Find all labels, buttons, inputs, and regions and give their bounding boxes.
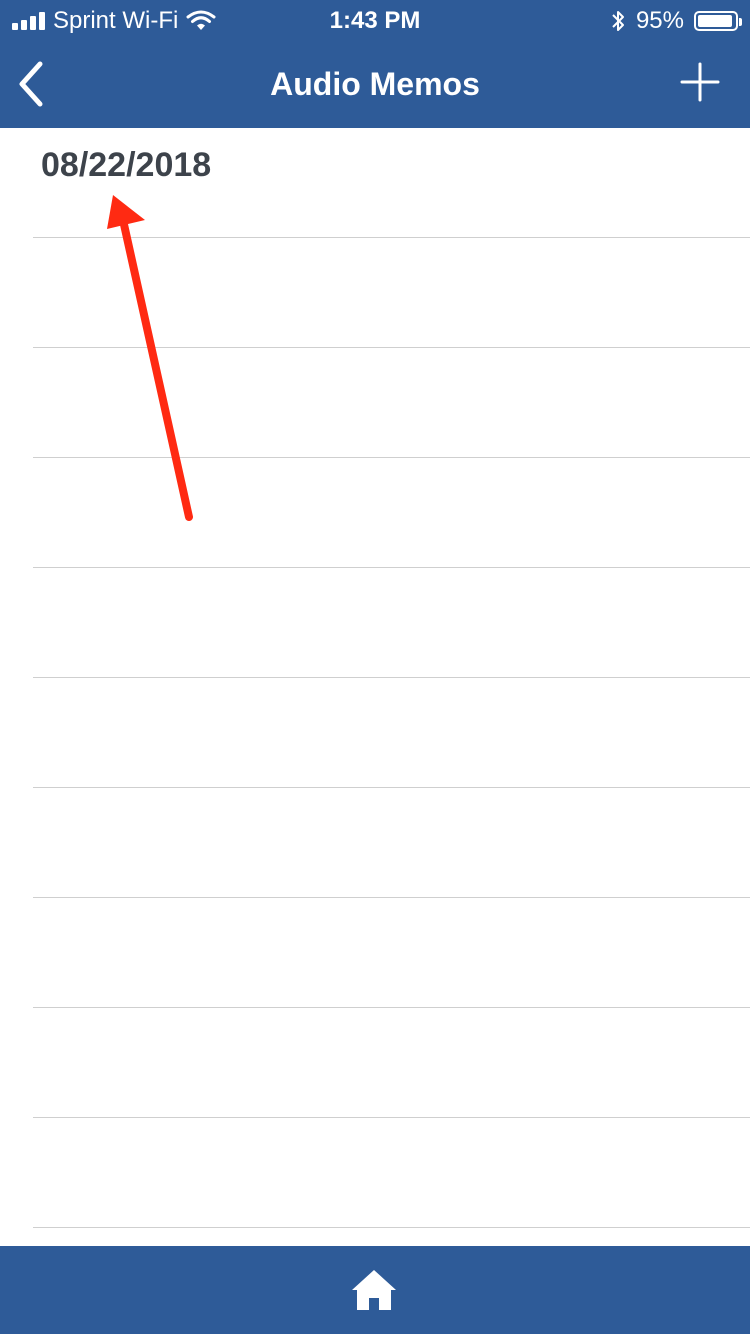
memo-row[interactable] [33, 678, 750, 788]
memo-row[interactable] [33, 898, 750, 1008]
battery-icon [694, 11, 742, 31]
top-bar: Sprint Wi-Fi 1:43 PM 95% Audio Memos [0, 0, 750, 128]
plus-icon [680, 62, 720, 102]
status-bar: Sprint Wi-Fi 1:43 PM 95% [0, 0, 750, 40]
battery-percent: 95% [635, 7, 684, 34]
memo-list: 08/22/2018 [0, 128, 750, 1246]
bluetooth-icon [612, 11, 624, 31]
memo-row[interactable] [33, 128, 750, 238]
memo-row[interactable] [33, 788, 750, 898]
nav-bar: Audio Memos [0, 40, 750, 128]
page-title: Audio Memos [270, 66, 480, 102]
home-icon [352, 1270, 396, 1310]
memo-row[interactable] [33, 348, 750, 458]
memo-row[interactable] [33, 1118, 750, 1228]
memo-row[interactable] [33, 238, 750, 348]
status-right: 95% [610, 6, 742, 36]
add-memo-button[interactable] [680, 62, 720, 102]
memo-row[interactable] [33, 568, 750, 678]
memo-row[interactable] [33, 1008, 750, 1118]
bottom-bar [0, 1246, 750, 1334]
audio-memos-screen: Sprint Wi-Fi 1:43 PM 95% Audio Memos 08/… [0, 0, 750, 1334]
memo-row[interactable] [33, 458, 750, 568]
home-button[interactable] [350, 1268, 398, 1312]
